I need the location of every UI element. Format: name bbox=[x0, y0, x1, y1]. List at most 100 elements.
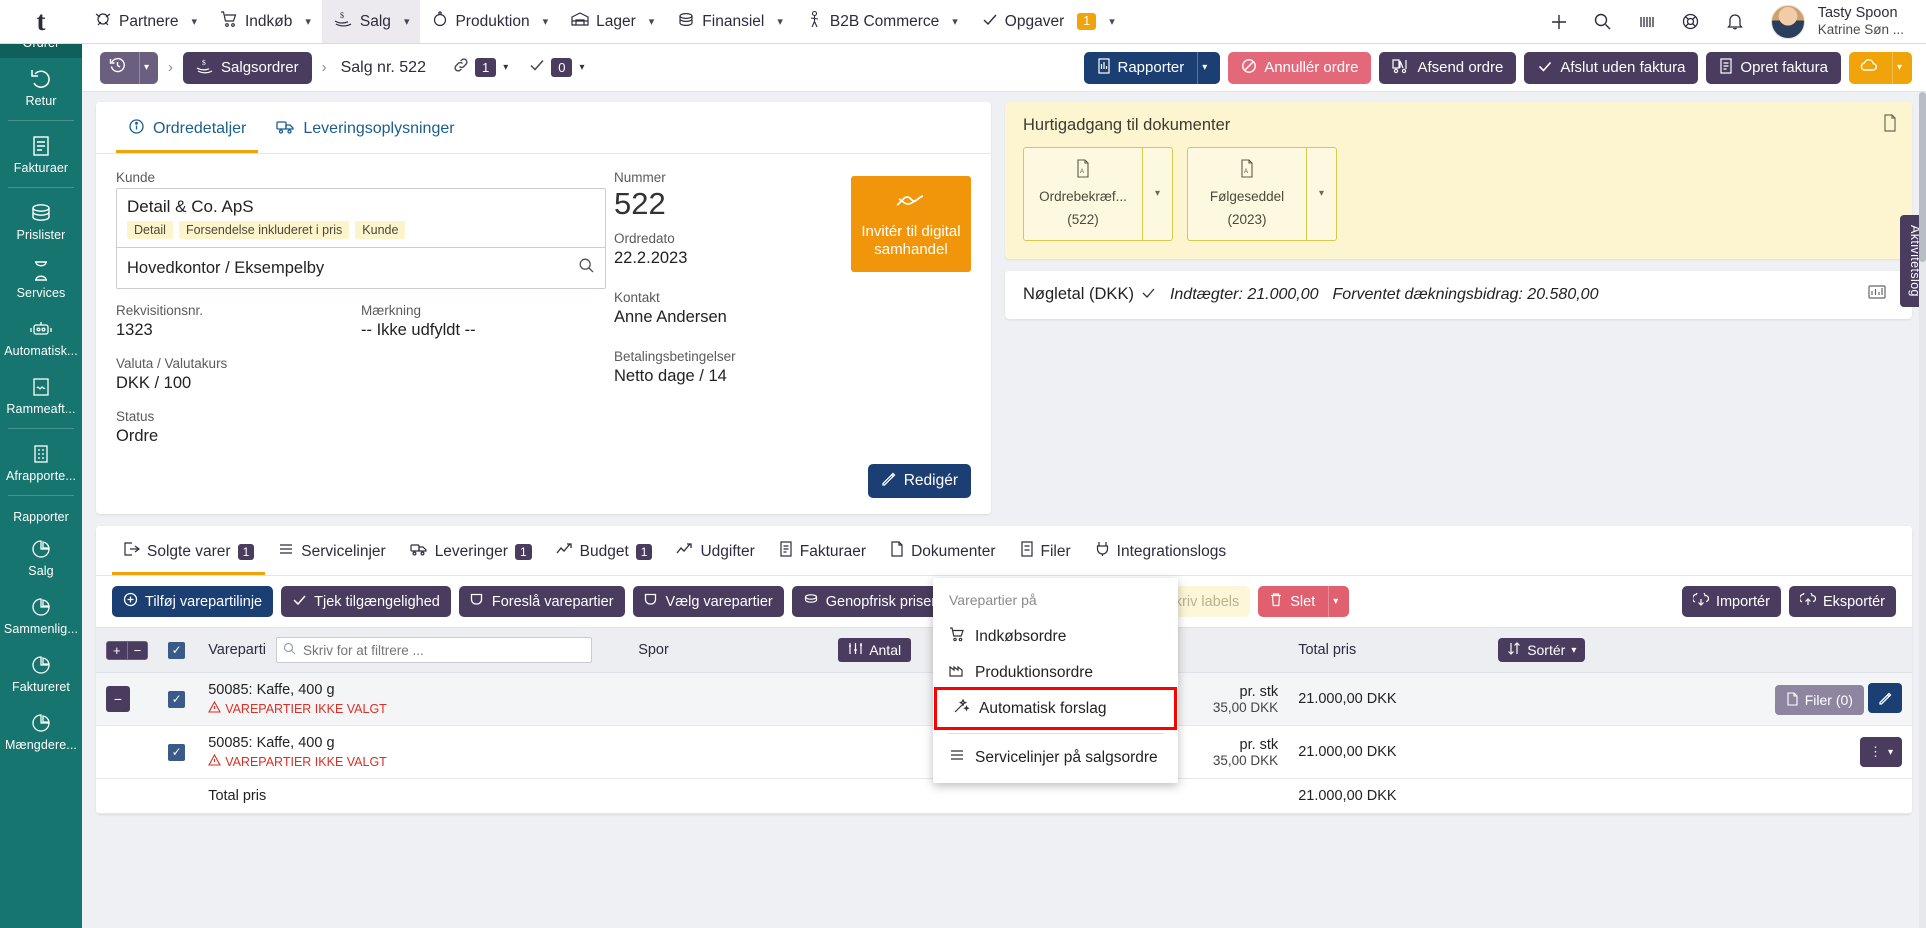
sidebar-item-sammenligning[interactable]: Sammenlig... bbox=[0, 586, 82, 644]
chevron-down-icon[interactable]: ▾ bbox=[1197, 52, 1207, 84]
afslut-uden-faktura-button[interactable]: Afslut uden faktura bbox=[1524, 52, 1698, 84]
tab-leveringer[interactable]: Leveringer 1 bbox=[399, 536, 543, 575]
invite-digital-button[interactable]: Invitér til digital samhandel bbox=[851, 176, 971, 272]
foreslaa-varepartier-button[interactable]: Foreslå varepartier bbox=[459, 586, 625, 617]
menu-item-indkobsordre[interactable]: Indkøbsordre bbox=[933, 618, 1178, 655]
chevron-down-icon[interactable]: ▾ bbox=[579, 62, 584, 73]
tab-leveringsoplysninger[interactable]: Leveringsoplysninger bbox=[264, 112, 466, 153]
menu-item-produktionsordre[interactable]: Produktionsordre bbox=[933, 655, 1178, 690]
sortér-button[interactable]: Sortér ▾ bbox=[1498, 638, 1585, 662]
tab-udgifter[interactable]: Udgifter bbox=[665, 536, 765, 575]
breadcrumb-salgsordrer[interactable]: $ Salgsordrer bbox=[183, 52, 312, 84]
redigér-button[interactable]: Redigér bbox=[868, 464, 971, 498]
nav-item-produktion[interactable]: Produktion bbox=[420, 0, 538, 43]
nav-item-opgaver[interactable]: Opgaver 1 bbox=[969, 0, 1105, 43]
chevron-down-icon[interactable]: ▾ bbox=[645, 0, 666, 43]
chevron-down-icon[interactable]: ▾ bbox=[1142, 148, 1172, 240]
sidebar-item-salg-rapport[interactable]: Salg bbox=[0, 528, 82, 586]
tab-servicelinjer[interactable]: Servicelinjer bbox=[267, 536, 396, 575]
slet-button[interactable]: Slet ▾ bbox=[1258, 586, 1349, 617]
tab-fakturaer[interactable]: Fakturaer bbox=[768, 536, 877, 575]
tab-solgte-varer[interactable]: Solgte varer 1 bbox=[112, 536, 265, 575]
chevron-down-icon[interactable]: ▾ bbox=[539, 0, 560, 43]
afsend-ordre-button[interactable]: Afsend ordre bbox=[1379, 52, 1516, 84]
tab-integrationslogs[interactable]: Integrationslogs bbox=[1084, 536, 1237, 575]
vaelg-varepartier-button[interactable]: Vælg varepartier bbox=[633, 586, 784, 617]
expand-collapse-toggle[interactable]: +− bbox=[106, 641, 148, 660]
importér-button[interactable]: Importér bbox=[1682, 586, 1781, 617]
chevron-down-icon[interactable]: ▾ bbox=[503, 62, 508, 73]
plus-icon[interactable] bbox=[1539, 2, 1579, 42]
filer-button[interactable]: Filer (0) bbox=[1775, 685, 1864, 715]
nav-item-salg[interactable]: $ Salg bbox=[322, 0, 400, 43]
search-icon[interactable] bbox=[578, 257, 595, 279]
bell-icon[interactable] bbox=[1715, 2, 1755, 42]
sidebar-item-maengde[interactable]: Mængdere... bbox=[0, 702, 82, 760]
lifebuoy-icon[interactable] bbox=[1671, 2, 1711, 42]
chevron-down-icon[interactable]: ▾ bbox=[400, 0, 421, 43]
history-chart-icon[interactable] bbox=[1868, 284, 1886, 305]
sidebar-item-services[interactable]: Services bbox=[0, 250, 82, 308]
chevron-down-icon[interactable]: ▾ bbox=[948, 0, 969, 43]
customer-location-field[interactable]: Hovedkontor / Eksempelby bbox=[117, 247, 605, 288]
document-button-folgeseddel[interactable]: A Følgeseddel (2023) ▾ bbox=[1187, 147, 1337, 241]
chevron-down-icon[interactable]: ▾ bbox=[1888, 747, 1893, 758]
document-button-ordrebekraeftelse[interactable]: A Ordrebekræf... (522) ▾ bbox=[1023, 147, 1173, 241]
tasks-indicator[interactable]: 0 ▾ bbox=[528, 56, 584, 79]
document-icon[interactable] bbox=[1882, 114, 1898, 137]
avatar[interactable] bbox=[1771, 5, 1805, 39]
chevron-down-icon[interactable]: ▾ bbox=[187, 0, 208, 43]
page-scrollbar-thumb[interactable] bbox=[1919, 92, 1926, 262]
tab-budget[interactable]: Budget 1 bbox=[545, 536, 664, 575]
tilfoj-varepartilinje-button[interactable]: Tilføj varepartilinje bbox=[112, 586, 273, 617]
search-icon[interactable] bbox=[1583, 2, 1623, 42]
chevron-down-icon[interactable]: ▾ bbox=[1306, 148, 1336, 240]
chevron-down-icon[interactable]: ▾ bbox=[1571, 645, 1576, 656]
rapporter-button[interactable]: Rapporter ▾ bbox=[1084, 52, 1221, 84]
app-logo[interactable]: t bbox=[0, 6, 82, 37]
select-all-checkbox[interactable]: ✓ bbox=[168, 642, 185, 659]
menu-item-automatisk-forslag[interactable]: Automatisk forslag bbox=[937, 690, 1174, 727]
nav-item-finansiel[interactable]: Finansiel bbox=[665, 0, 773, 43]
chevron-down-icon[interactable]: ▾ bbox=[1328, 586, 1338, 617]
row-checkbox[interactable]: ✓ bbox=[168, 744, 185, 761]
attachment-indicator[interactable]: 1 ▾ bbox=[452, 56, 508, 79]
chevron-down-icon[interactable]: ▾ bbox=[773, 0, 794, 43]
user-info[interactable]: Tasty Spoon Katrine Søn ... bbox=[1818, 4, 1910, 39]
nav-item-partnere[interactable]: Partnere bbox=[82, 0, 187, 43]
document-button-main[interactable]: A Ordrebekræf... (522) bbox=[1024, 148, 1142, 240]
genopfrisk-priser-button[interactable]: Genopfrisk priser bbox=[792, 586, 947, 617]
history-button[interactable]: ▾ bbox=[100, 52, 158, 84]
sidebar-item-afrapportering[interactable]: Afrapporte... bbox=[0, 433, 82, 491]
sidebar-item-automatisk[interactable]: Automatisk... bbox=[0, 308, 82, 366]
chevron-down-icon[interactable]: ▾ bbox=[1105, 0, 1126, 43]
chevron-down-icon[interactable]: ▾ bbox=[139, 52, 149, 84]
nav-item-lager[interactable]: Lager bbox=[559, 0, 645, 43]
row-menu-button[interactable]: ⋮ ▾ bbox=[1860, 737, 1902, 767]
opret-faktura-button[interactable]: Opret faktura bbox=[1706, 52, 1841, 84]
barcode-icon[interactable] bbox=[1627, 2, 1667, 42]
chevron-down-icon[interactable]: ▾ bbox=[301, 0, 322, 43]
annuller-ordre-button[interactable]: Annullér ordre bbox=[1228, 52, 1371, 84]
collapse-row-button[interactable]: − bbox=[106, 686, 130, 712]
sidebar-item-rammeaftaler[interactable]: Rammeaft... bbox=[0, 366, 82, 424]
tjek-tilgaengelighed-button[interactable]: Tjek tilgængelighed bbox=[281, 586, 451, 617]
document-button-main[interactable]: A Følgeseddel (2023) bbox=[1188, 148, 1306, 240]
cloud-actions-button[interactable]: ▾ bbox=[1849, 52, 1912, 84]
sidebar-item-retur[interactable]: Retur bbox=[0, 58, 82, 116]
row-checkbox[interactable]: ✓ bbox=[168, 691, 185, 708]
tab-filer[interactable]: Filer bbox=[1009, 536, 1082, 575]
sidebar-item-prislister[interactable]: Prislister bbox=[0, 192, 82, 250]
filter-input[interactable] bbox=[276, 637, 592, 663]
chevron-down-icon[interactable]: ▾ bbox=[1892, 52, 1902, 84]
tab-dokumenter[interactable]: Dokumenter bbox=[879, 536, 1006, 575]
row-edit-button[interactable] bbox=[1868, 683, 1902, 713]
nav-item-indkob[interactable]: Indkøb bbox=[208, 0, 301, 43]
menu-item-servicelinjer[interactable]: Servicelinjer på salgsordre bbox=[933, 740, 1178, 775]
nav-item-b2b-commerce[interactable]: B2B Commerce bbox=[794, 0, 948, 43]
eksportér-button[interactable]: Eksportér bbox=[1789, 586, 1896, 617]
tab-ordredetaljer[interactable]: Ordredetaljer bbox=[116, 112, 258, 153]
antal-header-chip[interactable]: Antal bbox=[838, 638, 911, 662]
sidebar-item-faktureret[interactable]: Faktureret bbox=[0, 644, 82, 702]
sidebar-item-fakturaer[interactable]: Fakturaer bbox=[0, 125, 82, 183]
